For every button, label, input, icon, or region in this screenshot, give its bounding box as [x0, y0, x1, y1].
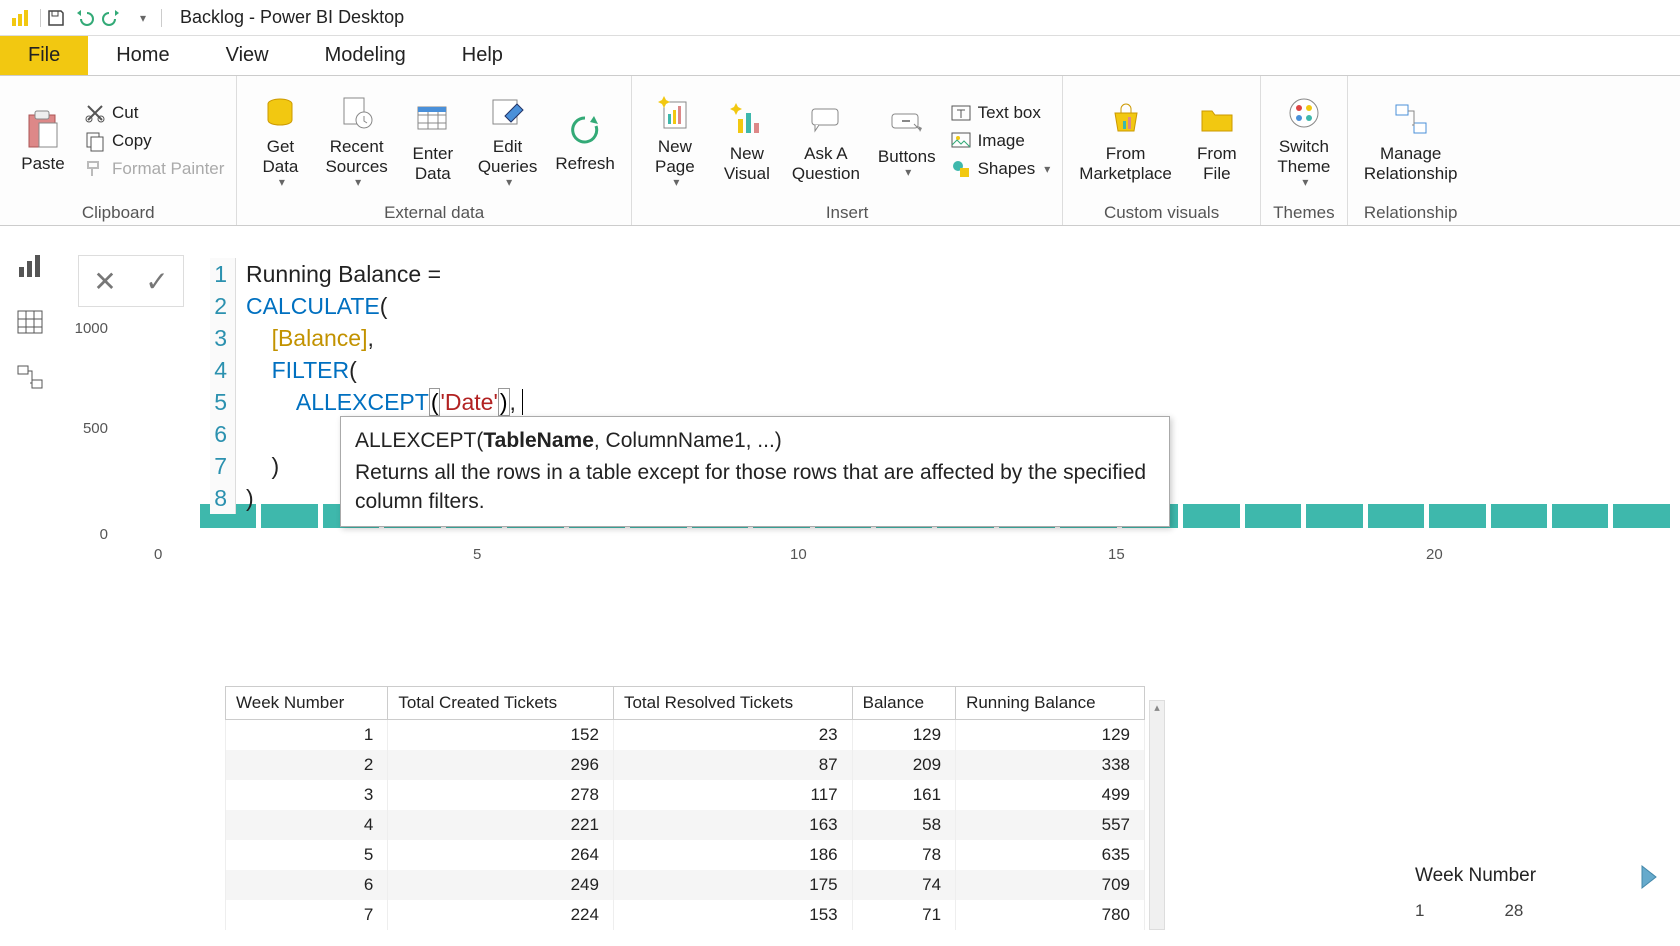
y-tick-1000: 1000	[58, 320, 108, 337]
group-label-insert: Insert	[644, 201, 1050, 223]
table-icon	[411, 98, 455, 142]
group-label-relationship: Relationship	[1360, 201, 1462, 223]
copy-button[interactable]: Copy	[84, 130, 224, 152]
from-marketplace-button[interactable]: From Marketplace	[1075, 94, 1176, 187]
table-row[interactable]: 526418678635	[226, 840, 1145, 870]
buttons-button[interactable]: Buttons	[874, 97, 940, 184]
enter-data-button[interactable]: Enter Data	[402, 94, 464, 187]
slicer-min: 1	[1415, 901, 1424, 921]
y-tick-500: 500	[58, 420, 108, 437]
data-view-icon[interactable]	[8, 300, 52, 344]
view-switcher	[0, 226, 60, 418]
slicer-title: Week Number	[1415, 865, 1635, 887]
new-visual-button[interactable]: New Visual	[716, 94, 778, 187]
menu-bar: File Home View Modeling Help	[0, 36, 1680, 76]
image-button[interactable]: Image	[950, 130, 1051, 152]
ribbon-group-external-data: Get Data Recent Sources Enter Data Edit …	[237, 76, 631, 225]
textbox-button[interactable]: Text box	[950, 102, 1051, 124]
x-tick-10: 10	[790, 546, 807, 563]
ask-question-button[interactable]: Ask A Question	[788, 94, 864, 187]
paste-button[interactable]: Paste	[12, 104, 74, 178]
subscribe-icon	[1631, 860, 1665, 894]
x-tick-0: 0	[154, 546, 162, 563]
page-sparkle-icon	[653, 91, 697, 135]
group-label-clipboard: Clipboard	[12, 201, 224, 223]
table-row[interactable]: 115223129129	[226, 720, 1145, 751]
table-row[interactable]: 624917574709	[226, 870, 1145, 900]
tab-help[interactable]: Help	[434, 36, 531, 75]
marketplace-icon	[1104, 98, 1148, 142]
y-tick-0: 0	[58, 526, 108, 543]
table-scrollbar[interactable]	[1149, 700, 1165, 930]
get-data-button[interactable]: Get Data	[249, 87, 311, 194]
button-icon	[885, 101, 929, 145]
new-page-button[interactable]: New Page	[644, 87, 706, 194]
ribbon: Paste Cut Copy Format Painter Clipboard …	[0, 76, 1680, 226]
x-tick-5: 5	[473, 546, 481, 563]
week-number-slicer[interactable]: Week Number 1 28	[1415, 865, 1635, 921]
database-icon	[258, 91, 302, 135]
table-row[interactable]: 229687209338	[226, 750, 1145, 780]
refresh-button[interactable]: Refresh	[551, 104, 619, 178]
clipboard-small-buttons: Cut Copy Format Painter	[84, 102, 224, 180]
paste-label: Paste	[21, 154, 64, 174]
save-icon[interactable]	[45, 4, 73, 32]
ribbon-group-clipboard: Paste Cut Copy Format Painter Clipboard	[0, 76, 237, 225]
group-label-themes: Themes	[1273, 201, 1335, 223]
from-file-button[interactable]: From File	[1186, 94, 1248, 187]
edit-icon	[486, 91, 530, 135]
clipboard-icon	[21, 108, 65, 152]
tooltip-description: Returns all the rows in a table except f…	[355, 459, 1155, 516]
table-row[interactable]: 3278117161499	[226, 780, 1145, 810]
app-icon	[10, 8, 36, 28]
title-bar: ▾ Backlog - Power BI Desktop	[0, 0, 1680, 36]
format-painter-button[interactable]: Format Painter	[84, 158, 224, 180]
formula-commit-button[interactable]: ✓	[131, 256, 183, 306]
redo-icon[interactable]	[101, 4, 129, 32]
shapes-button[interactable]: Shapes	[950, 158, 1051, 180]
ribbon-group-insert: New Page New Visual Ask A Question Butto…	[632, 76, 1063, 225]
edit-queries-button[interactable]: Edit Queries	[474, 87, 542, 194]
qat-dropdown-icon[interactable]: ▾	[129, 4, 157, 32]
folder-icon	[1195, 98, 1239, 142]
ribbon-group-themes: Switch Theme Themes	[1261, 76, 1348, 225]
separator	[161, 9, 162, 27]
manage-relationship-button[interactable]: Manage Relationship	[1360, 94, 1462, 187]
tab-file[interactable]: File	[0, 36, 88, 75]
relationship-icon	[1389, 98, 1433, 142]
group-label-custom: Custom visuals	[1075, 201, 1248, 223]
insert-small-buttons: Text box Image Shapes	[950, 102, 1051, 180]
intellisense-tooltip: ALLEXCEPT(TableName, ColumnName1, ...) R…	[340, 416, 1170, 527]
table-row[interactable]: 722415371780	[226, 900, 1145, 930]
palette-icon	[1282, 91, 1326, 135]
report-view-icon[interactable]	[8, 244, 52, 288]
window-title: Backlog - Power BI Desktop	[180, 7, 404, 28]
formula-cancel-button[interactable]: ✕	[79, 256, 131, 306]
x-tick-20: 20	[1426, 546, 1443, 563]
recent-sources-button[interactable]: Recent Sources	[321, 87, 391, 194]
tab-view[interactable]: View	[198, 36, 297, 75]
x-tick-15: 15	[1108, 546, 1125, 563]
separator	[40, 9, 41, 27]
group-label-external: External data	[249, 201, 618, 223]
tab-home[interactable]: Home	[88, 36, 197, 75]
tab-modeling[interactable]: Modeling	[297, 36, 434, 75]
table-row[interactable]: 422116358557	[226, 810, 1145, 840]
slicer-max: 28	[1504, 901, 1523, 921]
cut-button[interactable]: Cut	[84, 102, 224, 124]
chat-icon	[804, 98, 848, 142]
recent-icon	[335, 91, 379, 135]
model-view-icon[interactable]	[8, 356, 52, 400]
ribbon-group-custom-visuals: From Marketplace From File Custom visual…	[1063, 76, 1261, 225]
data-table[interactable]: Week NumberTotal Created TicketsTotal Re…	[225, 686, 1145, 930]
switch-theme-button[interactable]: Switch Theme	[1273, 87, 1335, 194]
refresh-icon	[563, 108, 607, 152]
ribbon-group-relationship: Manage Relationship Relationship	[1348, 76, 1474, 225]
undo-icon[interactable]	[73, 4, 101, 32]
chart-sparkle-icon	[725, 98, 769, 142]
